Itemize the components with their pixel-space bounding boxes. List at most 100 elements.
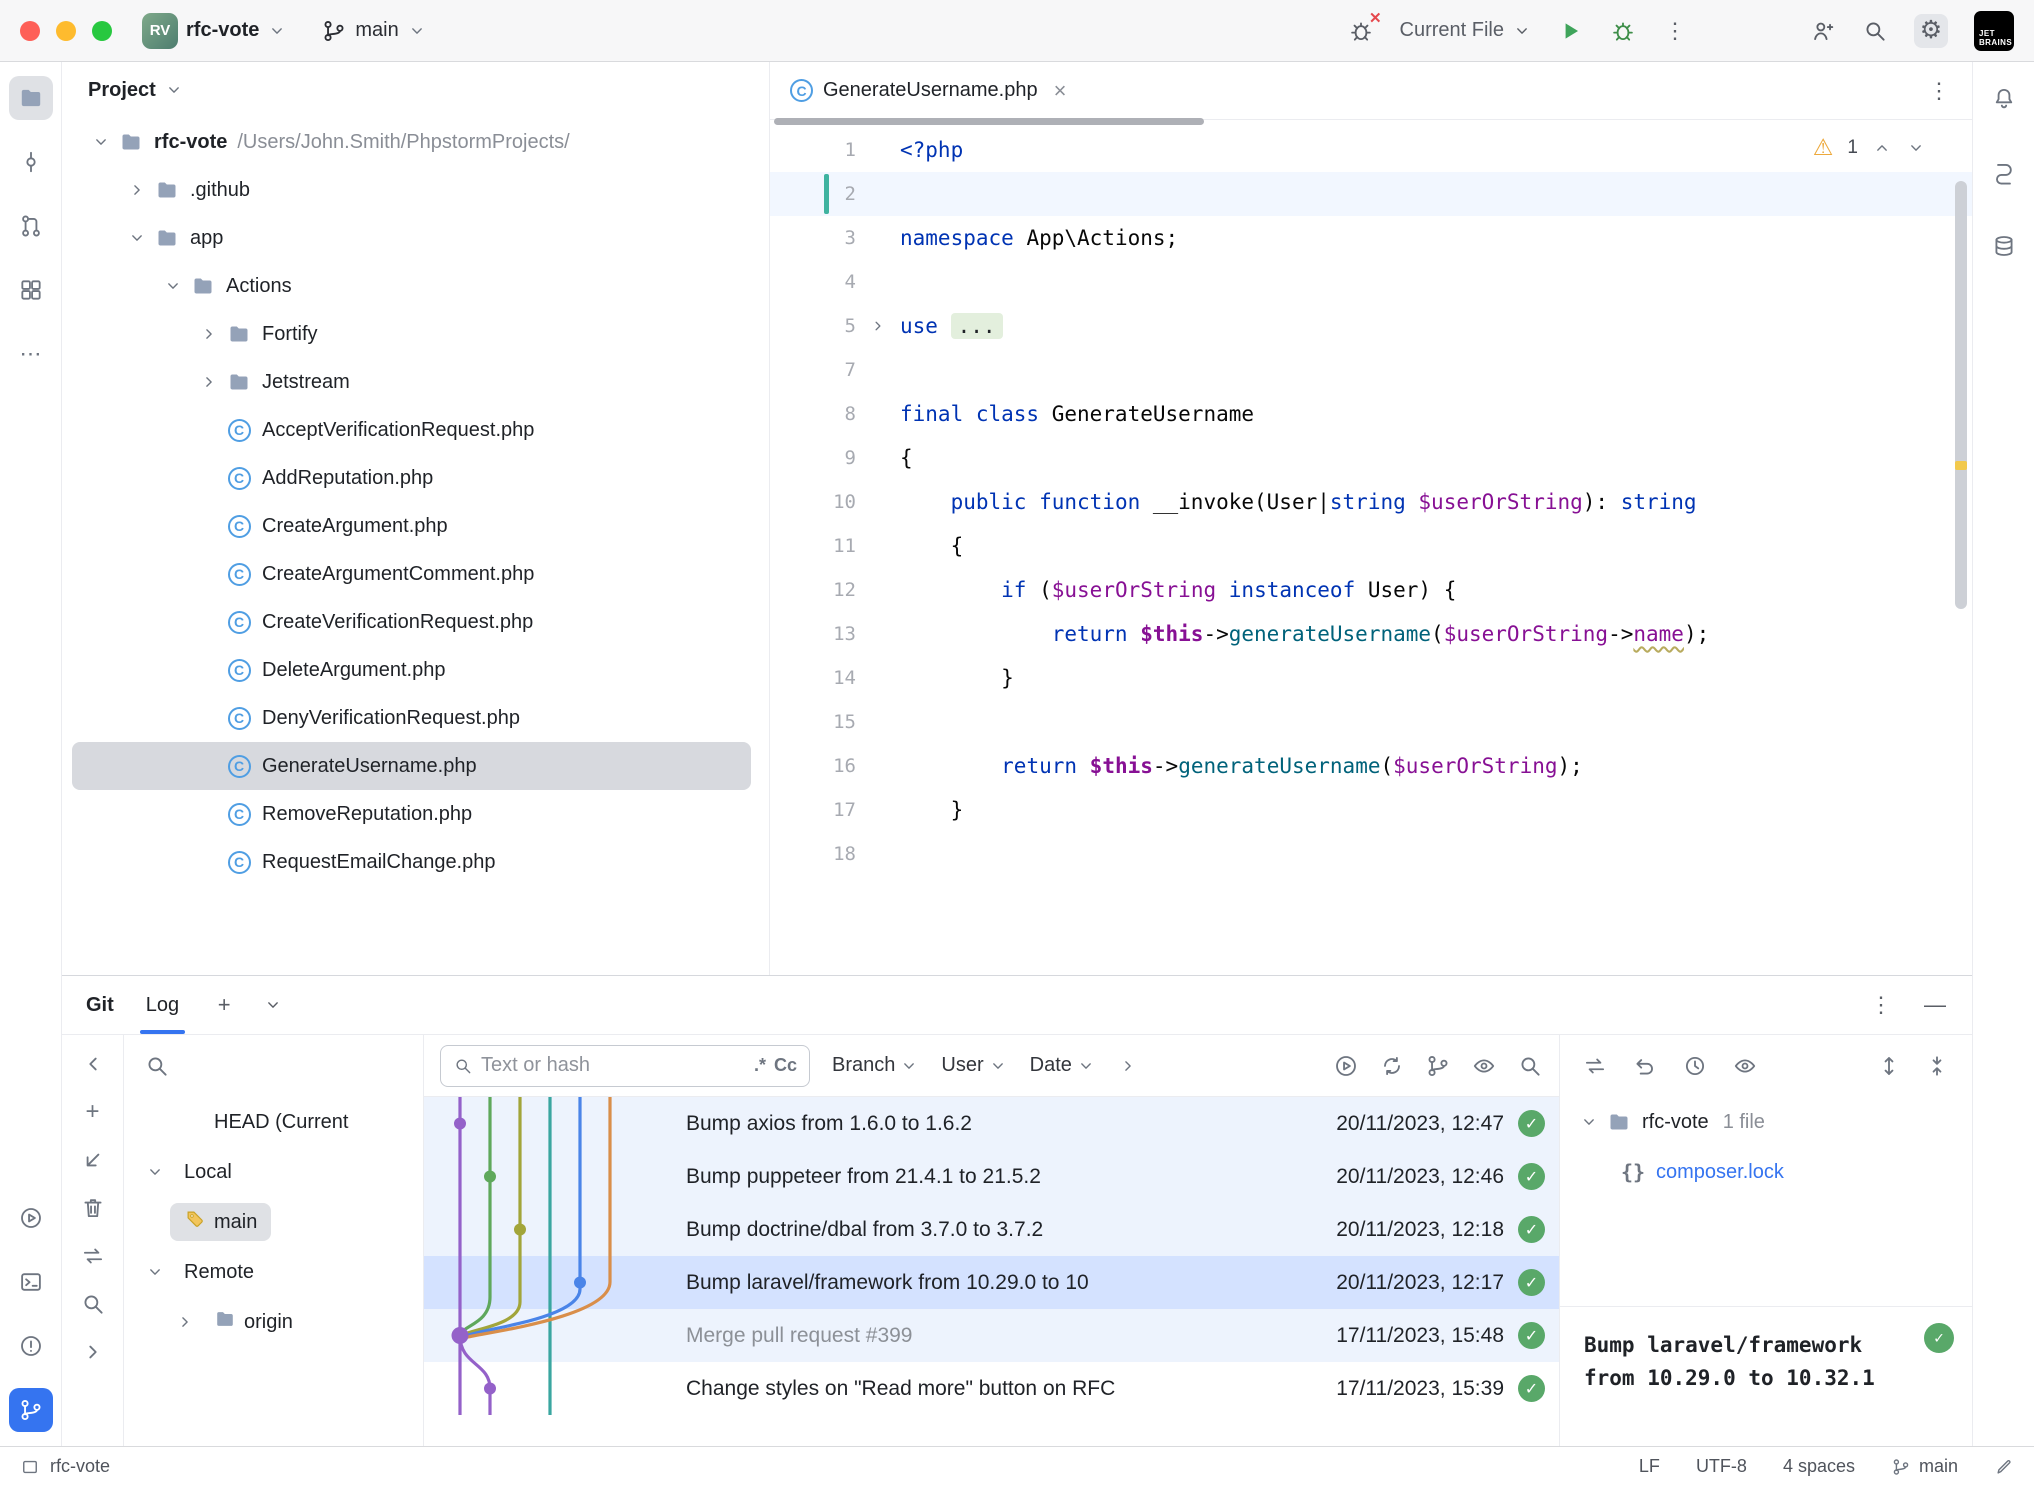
- tree-item[interactable]: C RemoveReputation.php: [72, 790, 751, 838]
- code-line[interactable]: 3 namespace App\Actions;: [770, 216, 1972, 260]
- editor-scrollbar[interactable]: [1954, 132, 1968, 955]
- expand-all-icon[interactable]: [1876, 1053, 1902, 1079]
- tab-scrollbar[interactable]: [774, 118, 1204, 125]
- run-button[interactable]: [9, 1196, 53, 1240]
- code-editor[interactable]: 1 <?php 2 3 namespace App\Actions; 4 5 use ... 7…: [770, 120, 1972, 975]
- line-ending-widget[interactable]: LF: [1639, 1456, 1660, 1477]
- git-button[interactable]: [8, 1388, 53, 1432]
- project-panel-header[interactable]: Project: [62, 62, 769, 118]
- tree-item[interactable]: .github: [72, 166, 751, 214]
- settings-button[interactable]: ⚙: [1914, 13, 1948, 48]
- debugger-disabled-icon[interactable]: [1348, 11, 1382, 44]
- fold-toggle-icon[interactable]: [856, 317, 900, 335]
- debug-button[interactable]: [1610, 18, 1636, 44]
- chevron-down-icon[interactable]: [86, 132, 116, 152]
- tree-item[interactable]: app: [72, 214, 751, 262]
- preview-icon[interactable]: [1471, 1053, 1497, 1079]
- encoding-widget[interactable]: UTF-8: [1696, 1456, 1747, 1477]
- collapse-all-icon[interactable]: [1924, 1053, 1950, 1079]
- code-line[interactable]: 17 }: [770, 788, 1972, 832]
- zoom-window-button[interactable]: [92, 20, 112, 41]
- status-project-widget[interactable]: rfc-vote: [20, 1456, 110, 1477]
- tree-item[interactable]: Actions: [72, 262, 751, 310]
- chevron-right-icon[interactable]: [194, 372, 224, 392]
- ai-assistant-button[interactable]: [1982, 150, 2026, 194]
- code-line[interactable]: 7: [770, 348, 1972, 392]
- tree-item[interactable]: C CreateArgumentComment.php: [72, 550, 751, 598]
- search-everywhere-icon[interactable]: [1862, 18, 1888, 44]
- compare-icon[interactable]: [1582, 1053, 1608, 1079]
- tree-item[interactable]: Fortify: [72, 310, 751, 358]
- chevron-left-icon[interactable]: [80, 1051, 106, 1077]
- branch-item[interactable]: Remote: [124, 1247, 423, 1297]
- indent-widget[interactable]: 4 spaces: [1783, 1456, 1855, 1477]
- code-line[interactable]: 1 <?php: [770, 128, 1972, 172]
- vcs-branch-widget[interactable]: main: [321, 18, 426, 44]
- tree-item[interactable]: rfc-vote/Users/John.Smith/PhpstormProjec…: [72, 118, 751, 166]
- inspection-widget[interactable]: ⚠ 1: [1813, 134, 1926, 161]
- project-widget[interactable]: RV rfc-vote: [142, 12, 287, 49]
- history-icon[interactable]: [1682, 1053, 1708, 1079]
- chevron-down-icon[interactable]: [140, 1162, 170, 1182]
- tab-list-icon[interactable]: [263, 995, 283, 1015]
- database-button[interactable]: [1982, 224, 2026, 268]
- new-tab-icon[interactable]: +: [211, 992, 237, 1018]
- code-line[interactable]: 4: [770, 260, 1972, 304]
- run-configuration-selector[interactable]: Current File: [1400, 19, 1532, 42]
- project-folder-button[interactable]: [8, 76, 53, 120]
- code-line[interactable]: 16 return $this->generateUsername($userO…: [770, 744, 1972, 788]
- commit-search-box[interactable]: .* Cc: [440, 1044, 811, 1087]
- chevron-down-icon[interactable]: [122, 228, 152, 248]
- checkout-icon[interactable]: [80, 1147, 106, 1173]
- delete-icon[interactable]: [80, 1195, 106, 1221]
- commit-search-input[interactable]: [481, 1054, 746, 1077]
- more-actions-icon[interactable]: ⋮: [1662, 18, 1688, 44]
- user-filter[interactable]: User: [941, 1054, 1007, 1077]
- scrollbar-thumb[interactable]: [1955, 181, 1967, 610]
- warning-stripe-mark[interactable]: [1955, 461, 1967, 471]
- tree-item[interactable]: C AddReputation.php: [72, 454, 751, 502]
- chevron-down-icon[interactable]: [140, 1262, 170, 1282]
- problems-button[interactable]: [9, 1324, 53, 1368]
- tree-item[interactable]: C CreateVerificationRequest.php: [72, 598, 751, 646]
- previous-problem-icon[interactable]: [1872, 138, 1892, 158]
- date-filter[interactable]: Date: [1030, 1054, 1096, 1077]
- chevron-right-icon[interactable]: [80, 1339, 106, 1365]
- rollback-icon[interactable]: [1632, 1053, 1658, 1079]
- more-filters-icon[interactable]: [1118, 1056, 1138, 1076]
- match-case-toggle[interactable]: Cc: [774, 1055, 797, 1076]
- chevron-right-icon[interactable]: [170, 1312, 200, 1332]
- code-line[interactable]: 9{: [770, 436, 1972, 480]
- branch-search-row[interactable]: [124, 1035, 423, 1097]
- editor-tab[interactable]: C GenerateUsername.php ×: [790, 78, 1066, 104]
- code-line[interactable]: 13 return $this->generateUsername($userO…: [770, 612, 1972, 656]
- branch-filter-icon[interactable]: [1425, 1053, 1451, 1079]
- code-line[interactable]: 14 }: [770, 656, 1972, 700]
- git-log-tab[interactable]: Log: [139, 976, 186, 1034]
- preview-diff-icon[interactable]: [1732, 1053, 1758, 1079]
- pull-request-button[interactable]: [9, 204, 53, 248]
- add-icon[interactable]: +: [80, 1099, 106, 1125]
- chevron-right-icon[interactable]: [122, 180, 152, 200]
- close-window-button[interactable]: [20, 20, 40, 41]
- compare-icon[interactable]: [80, 1243, 106, 1269]
- notifications-button[interactable]: [1982, 76, 2026, 120]
- chevron-down-icon[interactable]: [158, 276, 188, 296]
- close-tab-icon[interactable]: ×: [1054, 78, 1067, 104]
- structure-button[interactable]: [9, 268, 53, 312]
- tree-item[interactable]: C DeleteArgument.php: [72, 646, 751, 694]
- load-more-icon[interactable]: [1333, 1053, 1359, 1079]
- writable-toggle-icon[interactable]: [1994, 1457, 2014, 1477]
- terminal-button[interactable]: [9, 1260, 53, 1304]
- minimize-window-button[interactable]: [56, 20, 76, 41]
- code-with-me-icon[interactable]: [1810, 18, 1836, 44]
- tree-item[interactable]: C RequestEmailChange.php: [72, 838, 751, 886]
- code-line[interactable]: 15: [770, 700, 1972, 744]
- chevron-down-icon[interactable]: [1574, 1112, 1604, 1132]
- hide-panel-icon[interactable]: —: [1922, 992, 1948, 1018]
- commit-button[interactable]: [9, 140, 53, 184]
- search-icon[interactable]: [144, 1053, 170, 1079]
- tree-item[interactable]: C CreateArgument.php: [72, 502, 751, 550]
- regex-toggle[interactable]: .*: [754, 1055, 766, 1076]
- tree-item[interactable]: C GenerateUsername.php: [72, 742, 751, 790]
